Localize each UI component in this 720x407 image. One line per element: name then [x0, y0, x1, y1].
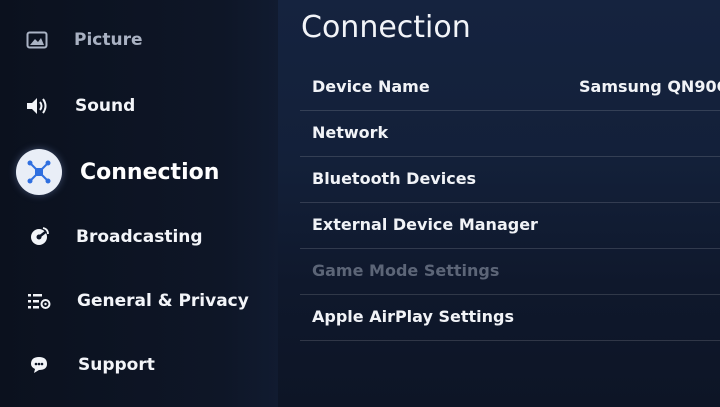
menu-item-label: Apple AirPlay Settings — [312, 307, 514, 326]
menu-item-device-name[interactable]: Device Name Samsung QN90C — [300, 65, 720, 111]
menu-item-apple-airplay-settings[interactable]: Apple AirPlay Settings — [300, 295, 720, 341]
picture-icon — [24, 27, 50, 53]
sound-icon — [24, 93, 50, 119]
broadcasting-icon — [26, 224, 52, 250]
page-title: Connection — [301, 10, 471, 45]
sidebar-item-connection[interactable]: Connection — [0, 144, 278, 200]
settings-sidebar: Picture Sound Connection Broadcasting Ge… — [0, 0, 278, 407]
menu-item-label: Network — [312, 123, 389, 142]
sidebar-item-picture[interactable]: Picture — [0, 12, 278, 68]
support-icon — [27, 352, 53, 378]
sidebar-item-general-privacy[interactable]: General & Privacy — [0, 273, 278, 329]
sidebar-item-broadcasting[interactable]: Broadcasting — [0, 209, 278, 265]
menu-item-game-mode-settings: Game Mode Settings — [300, 249, 720, 295]
sidebar-item-support[interactable]: Support — [0, 337, 278, 393]
menu-item-label: External Device Manager — [312, 215, 538, 234]
sidebar-item-label: Connection — [80, 159, 220, 185]
tv-settings-screen: Picture Sound Connection Broadcasting Ge… — [0, 0, 720, 407]
general-privacy-icon — [26, 288, 52, 314]
menu-item-external-device-manager[interactable]: External Device Manager — [300, 203, 720, 249]
sidebar-item-label: General & Privacy — [77, 291, 249, 311]
sidebar-item-label: Picture — [74, 30, 143, 50]
menu-item-label: Game Mode Settings — [312, 261, 500, 280]
connection-icon — [16, 149, 62, 195]
sidebar-item-label: Broadcasting — [76, 227, 203, 247]
sidebar-item-sound[interactable]: Sound — [0, 78, 278, 134]
sidebar-item-label: Sound — [75, 96, 136, 116]
menu-item-bluetooth-devices[interactable]: Bluetooth Devices — [300, 157, 720, 203]
connection-panel: Connection Device Name Samsung QN90C Net… — [278, 0, 720, 407]
menu-item-label: Device Name — [312, 77, 430, 96]
device-name-value: Samsung QN90C — [579, 77, 720, 96]
menu-item-label: Bluetooth Devices — [312, 169, 477, 188]
sidebar-item-label: Support — [78, 355, 155, 375]
menu-item-network[interactable]: Network — [300, 111, 720, 157]
